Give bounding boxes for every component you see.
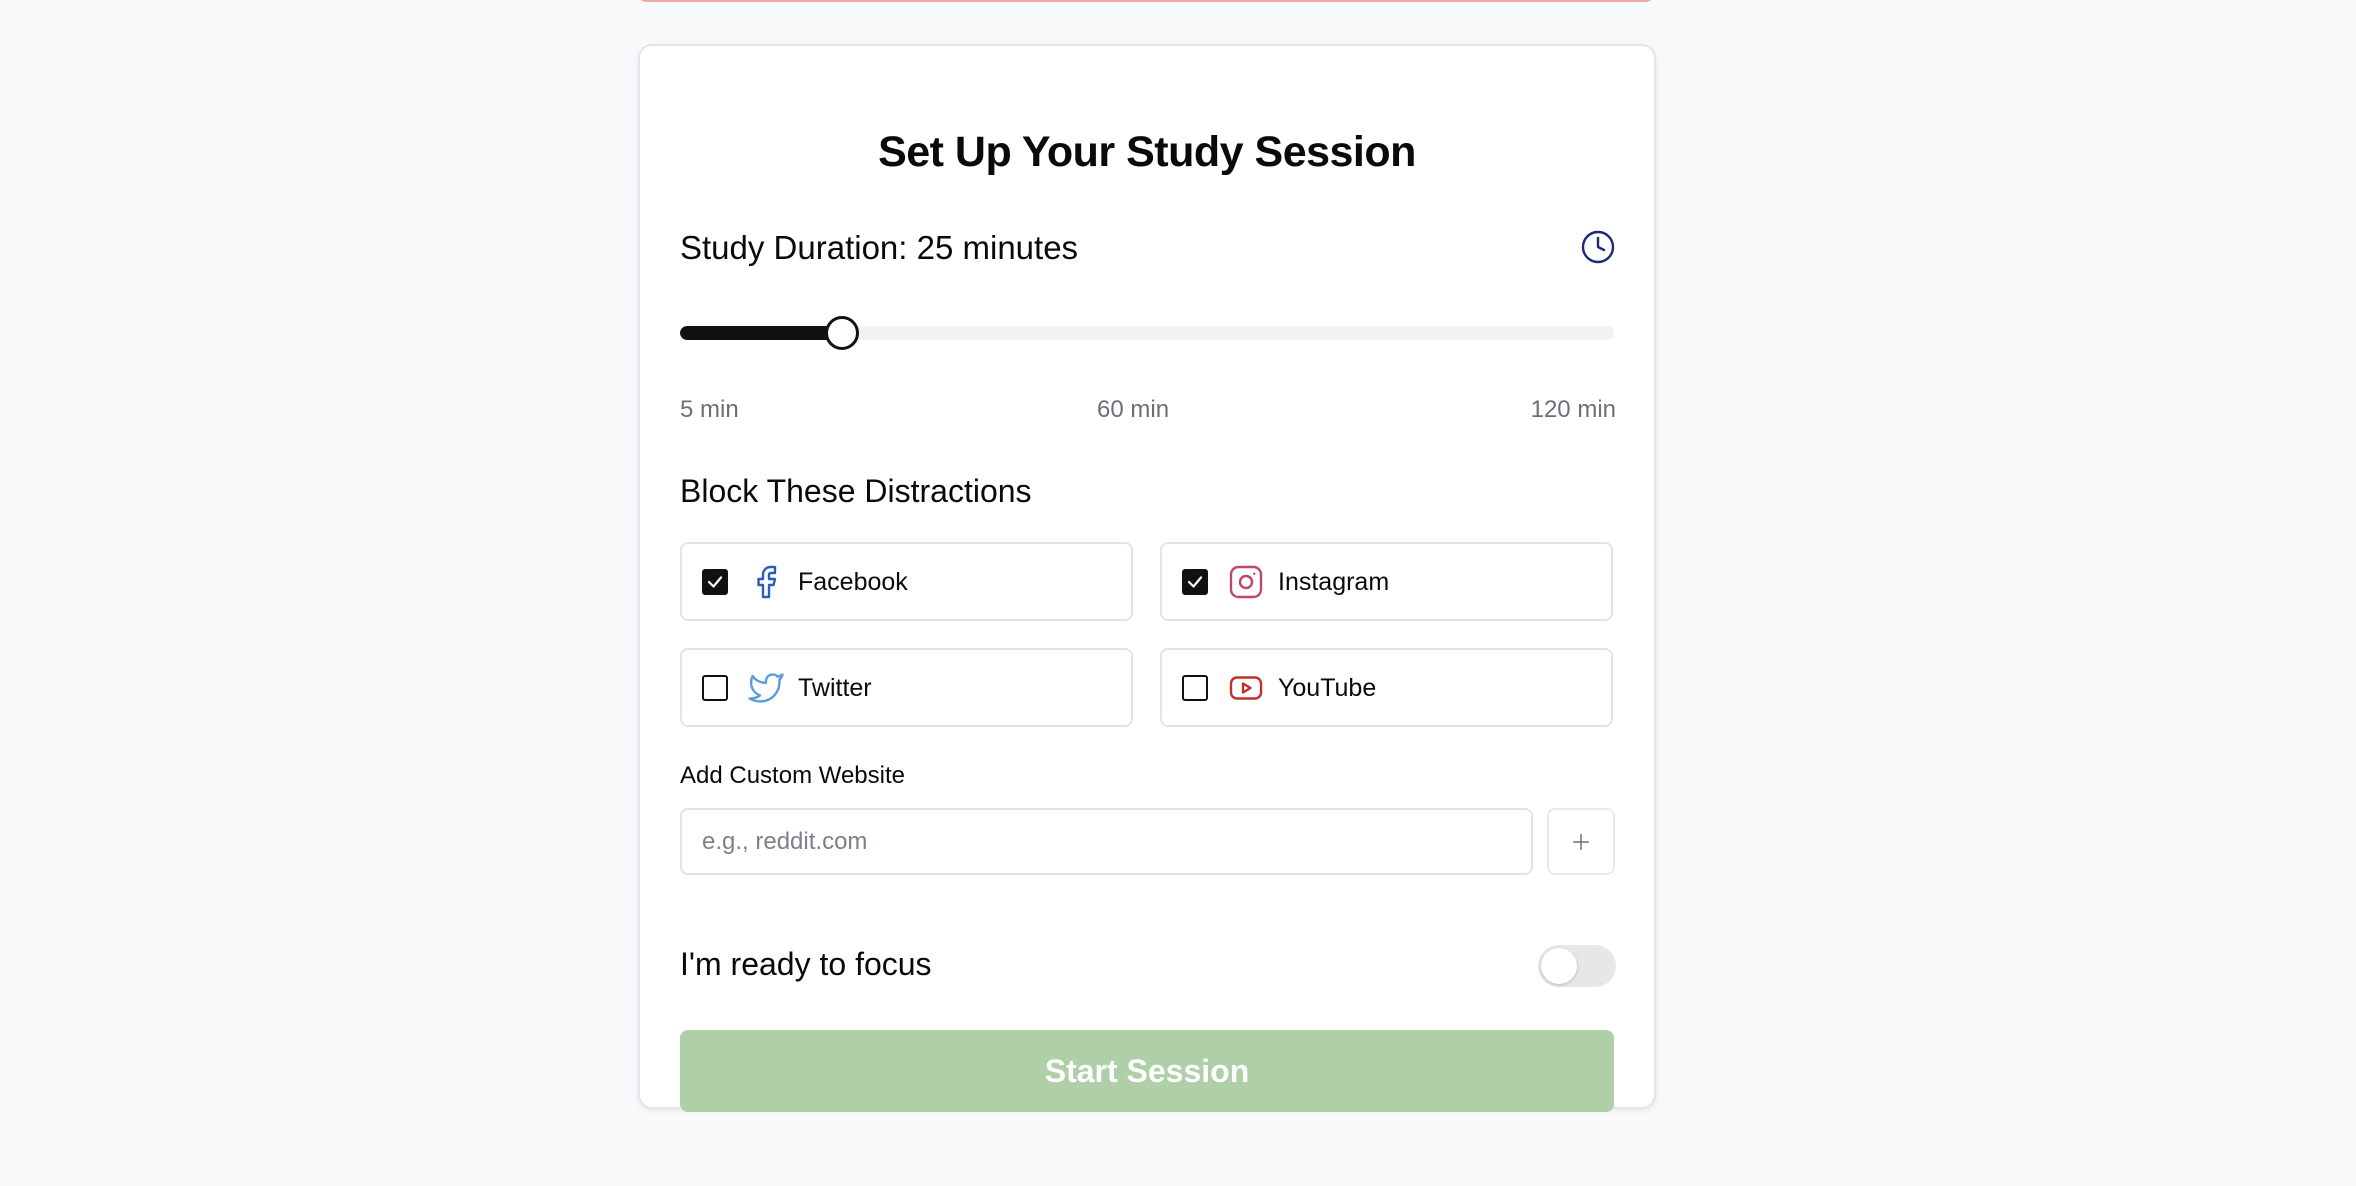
ready-to-focus-toggle[interactable] [1538,945,1616,987]
facebook-checkbox[interactable] [702,569,728,595]
duration-slider[interactable] [680,314,1614,352]
youtube-icon [1229,676,1263,700]
custom-website-label: Add Custom Website [680,762,905,789]
slider-mid-label: 60 min [1097,396,1170,423]
check-icon [1187,576,1203,588]
youtube-label: YouTube [1278,674,1377,702]
slider-track[interactable] [680,326,1614,340]
slider-max-label: 120 min [1530,396,1616,423]
check-icon [707,576,723,588]
start-session-button[interactable]: Start Session [680,1030,1614,1112]
instagram-label: Instagram [1278,568,1390,596]
study-duration-label: Study Duration: 25 minutes [680,229,1079,266]
site-option-instagram[interactable]: Instagram [1160,542,1613,621]
plus-icon [1572,833,1590,850]
instagram-icon [1229,565,1263,599]
twitter-checkbox[interactable] [702,675,728,701]
site-option-youtube[interactable]: YouTube [1160,648,1613,727]
slider-fill [680,326,843,340]
twitter-icon [748,673,784,703]
slider-min-label: 5 min [680,396,739,423]
instagram-checkbox[interactable] [1182,569,1208,595]
custom-website-input[interactable] [680,808,1533,875]
slider-thumb[interactable] [825,316,860,350]
site-option-twitter[interactable]: Twitter [680,648,1133,727]
facebook-icon [757,565,777,599]
study-session-card: Set Up Your Study Session Study Duration… [638,44,1656,1112]
site-option-facebook[interactable]: Facebook [680,542,1133,621]
youtube-checkbox[interactable] [1182,675,1208,701]
page-title: Set Up Your Study Session [878,128,1416,176]
facebook-label: Facebook [798,568,908,596]
toggle-knob [1541,948,1577,984]
add-website-button[interactable] [1547,808,1615,875]
block-distractions-title: Block These Distractions [680,473,1032,509]
twitter-label: Twitter [798,674,872,702]
ready-to-focus-label: I'm ready to focus [680,946,932,982]
previous-card-edge [636,0,1656,2]
clock-icon [1581,230,1615,264]
